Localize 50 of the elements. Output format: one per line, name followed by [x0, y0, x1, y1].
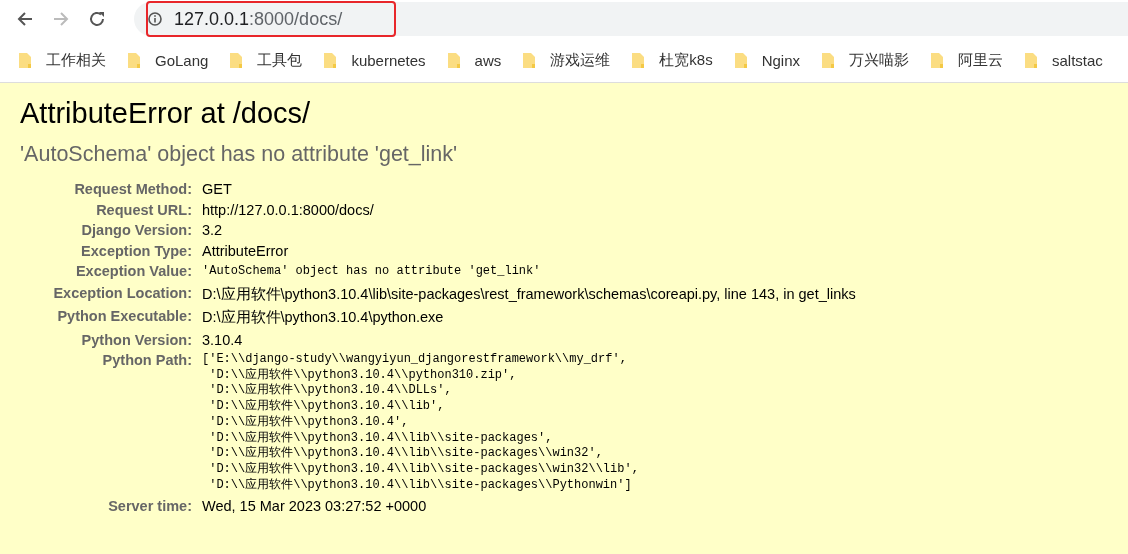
meta-label: Python Path:	[102, 352, 192, 368]
bookmark-folder[interactable]: 游戏运维	[522, 50, 611, 70]
folder-icon	[631, 51, 646, 69]
folder-icon	[446, 51, 461, 69]
bookmark-folder[interactable]: 工作相关	[18, 50, 106, 70]
bookmark-folder[interactable]: 万兴喵影	[821, 50, 909, 70]
info-icon	[148, 12, 162, 26]
folder-icon	[323, 51, 338, 69]
bookmark-folder[interactable]: saltstac	[1024, 51, 1103, 69]
exception-value: 'AutoSchema' object has no attribute 'get_link'	[202, 263, 542, 280]
meta-label: Python Version:	[81, 331, 192, 348]
bookmark-folder[interactable]: kubernetes	[323, 51, 426, 69]
meta-label: Exception Location:	[53, 284, 192, 301]
meta-value: Wed, 15 Mar 2023 03:27:52 +0000	[202, 497, 427, 514]
meta-label: Request URL:	[96, 201, 192, 218]
meta-value: GET	[202, 181, 232, 197]
folder-icon	[930, 51, 944, 69]
folder-icon	[1024, 51, 1038, 69]
forward-arrow-icon	[52, 10, 70, 28]
python-path-list: ['E:\\django-study\\wangyiyun_djangorestframework\\my_drf', 'D:\\应用软件\\python3.10.4\\python310.zip', 'D:\\应用软件\\python3.10.4\\DLLs', 'D:\\应用软件\\python3.10.4\\lib', 'D:\\应用软件\\python3.10.4', 'D:\\应用软件\\python3.10.4\\lib\\site-packages', 'D:\\应用软件\\python3.10.4\\lib\\site-packages\\win32', 'D:\\应用软件\\python3.10.4\\lib\\site-packages\\win32\\lib', 'D:\\应用软件\\python3.10.4\\lib\\site-packages\\Pythonwin']	[202, 352, 856, 494]
meta-label: Request Method:	[74, 181, 192, 197]
folder-icon	[127, 51, 141, 69]
meta-label: Server time:	[108, 497, 192, 514]
bookmark-folder[interactable]: aws	[446, 51, 502, 69]
bookmark-folder[interactable]: 阿里云	[930, 50, 1003, 70]
meta-label: Exception Type:	[81, 242, 192, 259]
bookmark-folder[interactable]: Nginx	[733, 51, 800, 69]
address-bar[interactable]: 127.0.0.1:8000/docs/	[134, 2, 1128, 36]
bookmark-folder[interactable]: 工具包	[229, 50, 303, 70]
meta-label: Exception Value:	[75, 263, 192, 279]
error-title: AttributeError at /docs/	[20, 97, 312, 130]
meta-label: Python Executable:	[57, 308, 192, 324]
meta-label: Django Version:	[81, 222, 192, 238]
folder-icon	[229, 51, 244, 69]
address-url: 127.0.0.1:8000/docs/	[174, 8, 343, 30]
bookmark-folder[interactable]: GoLang	[127, 51, 209, 69]
folder-icon	[522, 51, 537, 69]
meta-value: 3.2	[202, 222, 223, 238]
meta-value: http://127.0.0.1:8000/docs/	[202, 201, 374, 218]
folder-icon	[733, 51, 748, 69]
error-message: 'AutoSchema' object has no attribute 'get_link'	[20, 142, 459, 167]
reload-icon	[88, 10, 106, 28]
meta-value: AttributeError	[202, 242, 289, 259]
meta-value: D:\应用软件\python3.10.4\python.exe	[202, 309, 444, 325]
meta-value: D:\应用软件\python3.10.4\lib\site-packages\rest_framework\schemas\coreapi.py, line 143, in get_links	[202, 285, 856, 302]
folder-icon	[18, 51, 32, 69]
bookmark-folder[interactable]: 杜宽k8s	[631, 50, 713, 70]
folder-icon	[821, 51, 835, 69]
back-arrow-icon	[16, 10, 34, 28]
meta-value: 3.10.4	[202, 331, 243, 348]
